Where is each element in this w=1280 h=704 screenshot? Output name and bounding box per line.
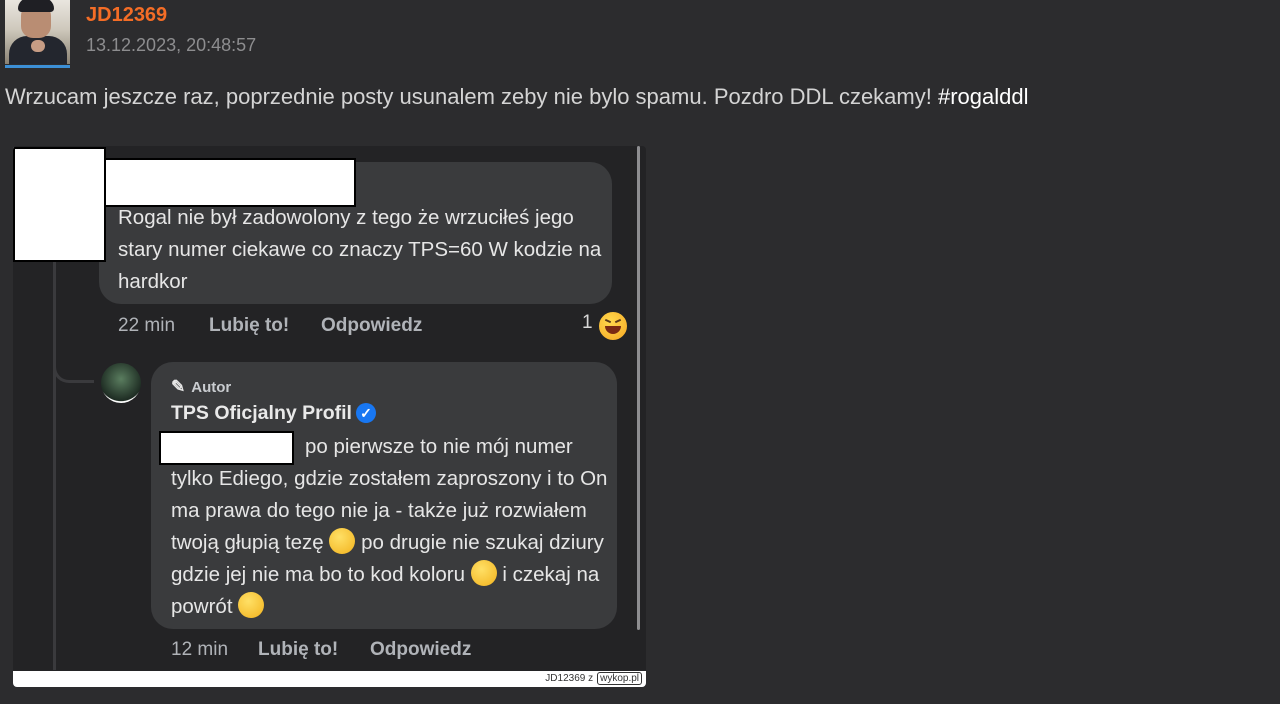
reply-time: 12 min — [171, 639, 229, 660]
redacted-avatar — [13, 147, 106, 262]
microphone-icon: ✎ — [171, 377, 186, 396]
like-link: Lubię to! — [209, 315, 290, 336]
reply-reply-link: Odpowiedz — [370, 639, 472, 660]
user-avatar[interactable] — [5, 0, 70, 68]
reaction-count: 1 — [582, 312, 593, 333]
verified-check-icon: ✓ — [355, 403, 376, 423]
screenshot-scrollbar — [637, 146, 640, 630]
reply-author-name: TPS Oficjalny Profil ✓ — [171, 402, 376, 425]
redacted-name — [104, 158, 356, 207]
wykop-watermark: JD12369 z wykop.pl — [13, 671, 646, 687]
author-badge: ✎ Autor — [171, 377, 232, 396]
reply-link: Odpowiedz — [321, 315, 423, 336]
reply-text: po pierwsze to nie mój numer tylko Edieg… — [171, 435, 608, 618]
slight-smile-emoji-icon — [329, 528, 356, 554]
comment-text: Rogal nie był zadowolony z tego że wrzuc… — [118, 206, 602, 293]
wykop-logo-icon: wykop.pl — [597, 672, 642, 685]
laughing-emoji-icon — [597, 310, 629, 342]
shushing-emoji-icon — [238, 592, 265, 618]
post-text: Wrzucam jeszcze raz, poprzednie posty us… — [5, 84, 938, 109]
page-avatar — [101, 363, 141, 403]
thread-reply-connector — [53, 350, 94, 383]
avatar-image — [5, 0, 70, 64]
avatar-gender-bar — [5, 65, 70, 68]
embedded-screenshot[interactable]: Rogal nie był zadowolony z tego że wrzuc… — [13, 146, 646, 687]
reply-like-link: Lubię to! — [258, 639, 339, 660]
post-author-username[interactable]: JD12369 — [86, 4, 167, 27]
post-timestamp[interactable]: 13.12.2023, 20:48:57 — [86, 35, 256, 56]
thread-line — [53, 260, 56, 670]
post-hashtag-link[interactable]: #rogalddl — [938, 84, 1029, 109]
post-body: Wrzucam jeszcze raz, poprzednie posty us… — [5, 84, 1028, 110]
wink-emoji-icon — [470, 560, 497, 586]
comment-time: 22 min — [118, 315, 176, 336]
